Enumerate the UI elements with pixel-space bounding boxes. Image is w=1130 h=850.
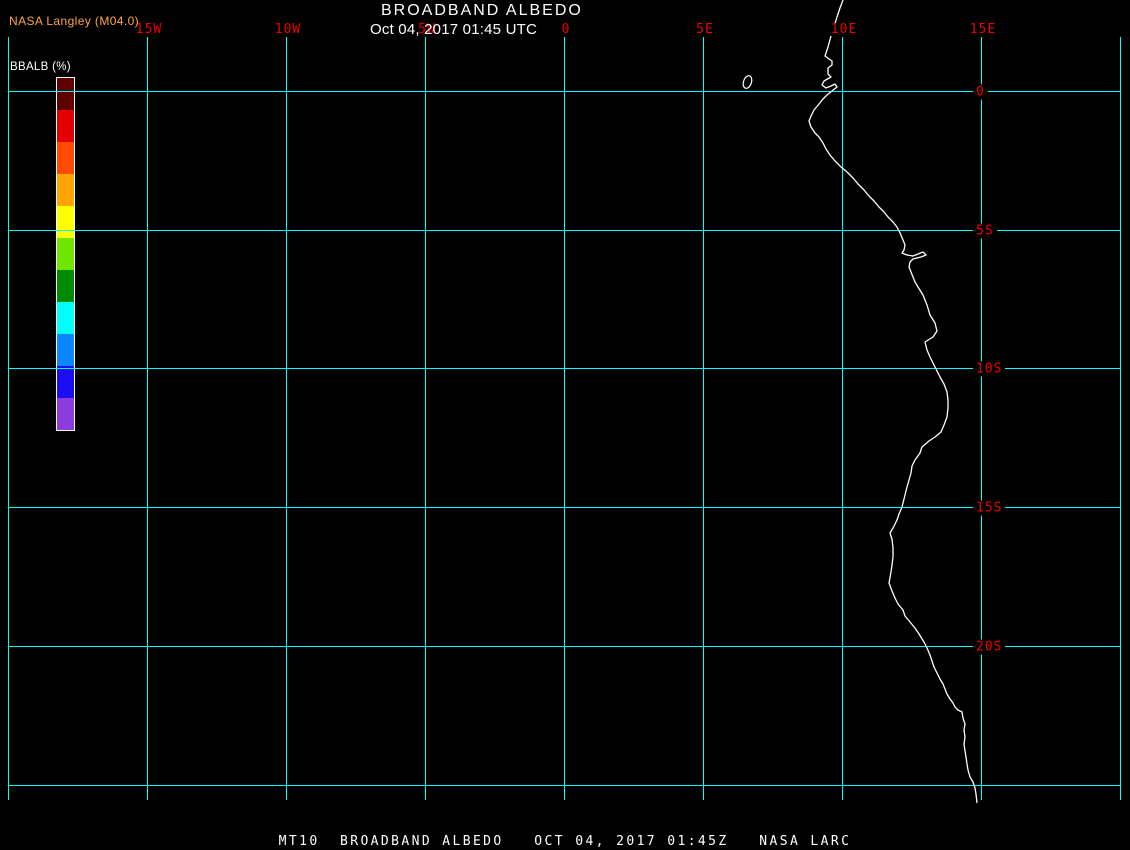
colorbar-segment [57, 142, 74, 174]
parallel-line [8, 368, 1120, 369]
latitude-label: 15S [973, 500, 1006, 516]
legend-title: BBALB (%) [10, 61, 71, 73]
albedo-colorbar [56, 77, 75, 431]
colorbar-segment [57, 78, 74, 110]
meridian-line [8, 37, 9, 800]
africa-coastline [808, 0, 978, 804]
colorbar-segment [57, 110, 74, 142]
meridian-line [1120, 37, 1121, 800]
meridian-line [425, 37, 426, 800]
meridian-line [981, 37, 982, 800]
page-title: BROADBAND ALBEDO [381, 2, 583, 19]
colorbar-segment [57, 206, 74, 238]
parallel-line [8, 91, 1120, 92]
colorbar-segment [57, 366, 74, 398]
island-outline [742, 75, 753, 89]
colorbar-segment [57, 270, 74, 302]
meridian-line [147, 37, 148, 800]
albedo-map-screen: 15W10W5W05E10E15E05S10S15S20S 1008070605… [0, 0, 1130, 850]
longitude-label: 5E [694, 22, 716, 37]
footer-caption: MT10 BROADBAND ALBEDO OCT 04, 2017 01:45… [278, 834, 852, 849]
colorbar-segment [57, 302, 74, 334]
longitude-label: 10W [272, 22, 304, 37]
source-label: NASA Langley (M04.0) [9, 14, 140, 28]
parallel-line [8, 646, 1120, 647]
parallel-line [8, 785, 1120, 786]
colorbar-segment [57, 174, 74, 206]
parallel-line [8, 507, 1120, 508]
meridian-line [842, 37, 843, 800]
parallel-line [8, 230, 1120, 231]
page-subtitle: Oct 04, 2017 01:45 UTC [370, 21, 537, 38]
colorbar-segment [57, 334, 74, 366]
latitude-label: 20S [973, 639, 1006, 655]
colorbar-segment [57, 238, 74, 270]
colorbar-segment [57, 398, 74, 430]
map-canvas [742, 0, 978, 804]
longitude-label: 0 [559, 22, 573, 37]
latitude-label: 0 [973, 84, 988, 100]
longitude-label: 10E [828, 22, 860, 37]
meridian-line [703, 37, 704, 800]
meridian-line [286, 37, 287, 800]
longitude-label: 15E [967, 22, 999, 37]
latitude-label: 5S [973, 223, 997, 239]
latitude-label: 10S [973, 361, 1006, 377]
meridian-line [564, 37, 565, 800]
